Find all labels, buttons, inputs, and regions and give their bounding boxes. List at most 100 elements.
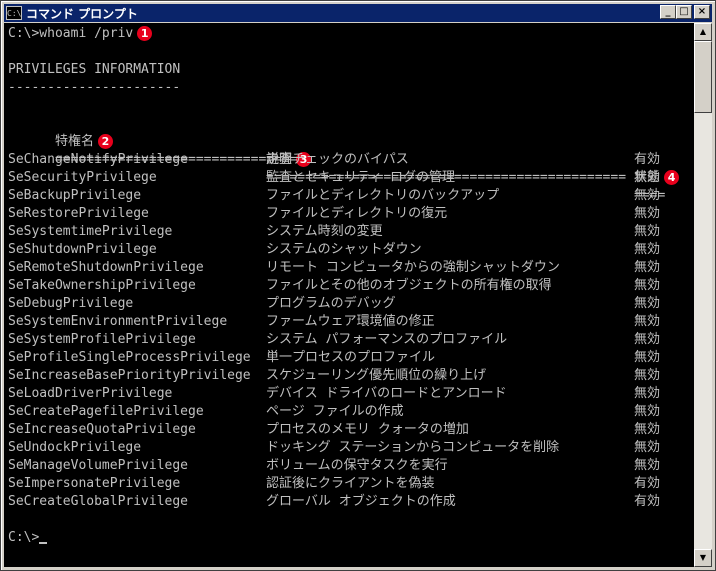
privilege-state: 無効: [634, 422, 661, 437]
privilege-row: SeIncreaseQuotaPrivilege プロセスのメモリ クォータの増加…: [8, 421, 692, 439]
privilege-row: SeIncreaseBasePriorityPrivilege スケジューリング優…: [8, 367, 692, 385]
column-header-row: 特権名 2 説明 3 状態 4: [8, 115, 692, 185]
privilege-name: SeIncreaseQuotaPrivilege: [8, 422, 196, 437]
privilege-state: 無効: [634, 224, 661, 239]
privilege-description: システム パフォーマンスのプロファイル: [266, 332, 508, 347]
privilege-name: SeDebugPrivilege: [8, 296, 134, 311]
privilege-state: 無効: [634, 242, 661, 257]
privilege-description: 走査チェックのバイパス: [266, 152, 409, 167]
privilege-name: SeCreateGlobalPrivilege: [8, 494, 189, 509]
command-prompt-window: C:\ コマンド プロンプト _ □ × C:\>whoami /priv 1 P…: [0, 0, 716, 571]
command-text: C:\>whoami /priv: [8, 26, 134, 41]
maximize-button[interactable]: □: [676, 5, 692, 19]
prompt-line: C:\>: [8, 529, 48, 547]
privilege-name: SeUndockPrivilege: [8, 440, 142, 455]
privilege-name: SeLoadDriverPrivilege: [8, 386, 173, 401]
command-line: C:\>whoami /priv 1: [8, 25, 153, 43]
privilege-state: 無効: [634, 458, 661, 473]
privilege-name: SeProfileSingleProcessPrivilege: [8, 350, 251, 365]
column-rule-row: =============================== ========…: [8, 133, 692, 203]
privilege-state: 無効: [634, 368, 661, 383]
privilege-description: ボリュームの保守タスクを実行: [266, 458, 448, 473]
privilege-description: 認証後にクライアントを偽装: [266, 476, 435, 491]
privilege-state: 有効: [634, 152, 661, 167]
privilege-name: SeCreatePagefilePrivilege: [8, 404, 204, 419]
privilege-name: SeSystemProfilePrivilege: [8, 332, 196, 347]
privilege-description: ファイルとその他のオブジェクトの所有権の取得: [266, 278, 552, 293]
privilege-description: ファイルとディレクトリのバックアップ: [266, 188, 500, 203]
privilege-description: システムのシャットダウン: [266, 242, 422, 257]
privilege-description: スケジューリング優先順位の繰り上げ: [266, 368, 487, 383]
scroll-down-arrow-icon[interactable]: ▼: [694, 549, 712, 567]
privilege-name: SeSystemEnvironmentPrivilege: [8, 314, 228, 329]
minimize-button[interactable]: _: [660, 5, 676, 19]
vertical-scrollbar[interactable]: ▲ ▼: [694, 23, 712, 567]
privilege-state: 無効: [634, 260, 661, 275]
privilege-row: SeRestorePrivilege ファイルとディレクトリの復元 無効: [8, 205, 692, 223]
window-controls: _ □ ×: [660, 5, 710, 19]
privilege-description: 単一プロセスのプロファイル: [266, 350, 436, 365]
privilege-name: SeSecurityPrivilege: [8, 170, 157, 185]
privilege-state: 無効: [634, 314, 661, 329]
privilege-description: リモート コンピュータからの強制シャットダウン: [266, 260, 560, 275]
privilege-description: プロセスのメモリ クォータの増加: [266, 422, 469, 437]
privilege-name: SeIncreaseBasePriorityPrivilege: [8, 368, 251, 383]
privilege-description: 監査とセキュリティ ログの管理: [266, 170, 456, 185]
privilege-description: デバイス ドライバのロードとアンロード: [266, 386, 507, 401]
privilege-state: 無効: [634, 206, 661, 221]
privilege-state: 無効: [634, 278, 661, 293]
text-cursor: [39, 542, 48, 544]
privilege-row: SeImpersonatePrivilege 認証後にクライアントを偽装 有効: [8, 475, 692, 493]
privilege-state: 無効: [634, 440, 661, 455]
scroll-up-arrow-icon[interactable]: ▲: [694, 23, 712, 41]
privilege-row: SeUndockPrivilege ドッキング ステーションからコンピュータを削除…: [8, 439, 692, 457]
privilege-row: SeManageVolumePrivilege ボリュームの保守タスクを実行 無効: [8, 457, 692, 475]
title-bar[interactable]: C:\ コマンド プロンプト _ □ ×: [4, 4, 712, 22]
privilege-row: SeSystemtimePrivilege システム時刻の変更 無効: [8, 223, 692, 241]
privilege-row: SeTakeOwnershipPrivilege ファイルとその他のオブジェクトの…: [8, 277, 692, 295]
privilege-name: SeImpersonatePrivilege: [8, 476, 181, 491]
privilege-state: 無効: [634, 404, 661, 419]
privilege-row: SeCreateGlobalPrivilege グローバル オブジェクトの作成 有効: [8, 493, 692, 511]
marker-1: 1: [137, 26, 153, 41]
privilege-description: システム時刻の変更: [266, 224, 383, 239]
privilege-state: 有効: [634, 476, 661, 491]
close-button[interactable]: ×: [694, 5, 710, 19]
console-output[interactable]: C:\>whoami /priv 1 PRIVILEGES INFORMATION…: [4, 23, 694, 567]
privilege-row: SeProfileSingleProcessPrivilege 単一プロセスのプロ…: [8, 349, 692, 367]
console-app-icon[interactable]: C:\: [6, 6, 22, 20]
privilege-name: SeRestorePrivilege: [8, 206, 149, 221]
privilege-name: SeManageVolumePrivilege: [8, 458, 189, 473]
privilege-state: 無効: [634, 170, 661, 185]
privilege-name: SeBackupPrivilege: [8, 188, 142, 203]
privilege-description: ページ ファイルの作成: [266, 404, 404, 419]
privilege-name: SeTakeOwnershipPrivilege: [8, 278, 196, 293]
prompt-text: C:\>: [8, 530, 40, 545]
privilege-name: SeChangeNotifyPrivilege: [8, 152, 189, 167]
privilege-state: 無効: [634, 296, 661, 311]
scrollbar-thumb[interactable]: [694, 41, 712, 113]
privilege-row: SeCreatePagefilePrivilege ページ ファイルの作成 無効: [8, 403, 692, 421]
section-header-rule: ----------------------: [8, 80, 181, 95]
privilege-row: SeRemoteShutdownPrivilege リモート コンピュータからの強…: [8, 259, 692, 277]
privilege-row: SeLoadDriverPrivilege デバイス ドライバのロードとアンロード…: [8, 385, 692, 403]
privilege-name: SeSystemtimePrivilege: [8, 224, 173, 239]
privilege-row: SeSystemProfilePrivilege システム パフォーマンスのプロフ…: [8, 331, 692, 349]
privilege-row: SeBackupPrivilege ファイルとディレクトリのバックアップ 無効: [8, 187, 692, 205]
privilege-row: SeDebugPrivilege プログラムのデバッグ 無効: [8, 295, 692, 313]
privilege-state: 無効: [634, 188, 661, 203]
privilege-state: 無効: [634, 332, 661, 347]
privilege-row: SeSecurityPrivilege 監査とセキュリティ ログの管理 無効: [8, 169, 692, 187]
privilege-description: ドッキング ステーションからコンピュータを削除: [266, 440, 560, 455]
privilege-row: SeSystemEnvironmentPrivilege ファームウェア環境値の修…: [8, 313, 692, 331]
section-header: PRIVILEGES INFORMATION: [8, 62, 181, 77]
privilege-name: SeRemoteShutdownPrivilege: [8, 260, 204, 275]
privilege-description: ファームウェア環境値の修正: [266, 314, 435, 329]
privilege-description: プログラムのデバッグ: [266, 296, 396, 311]
privilege-description: ファイルとディレクトリの復元: [266, 206, 448, 221]
privilege-state: 無効: [634, 386, 661, 401]
window-title: コマンド プロンプト: [26, 6, 138, 21]
privilege-row: SeChangeNotifyPrivilege 走査チェックのバイパス 有効: [8, 151, 692, 169]
privilege-name: SeShutdownPrivilege: [8, 242, 157, 257]
privilege-description: グローバル オブジェクトの作成: [266, 494, 456, 509]
